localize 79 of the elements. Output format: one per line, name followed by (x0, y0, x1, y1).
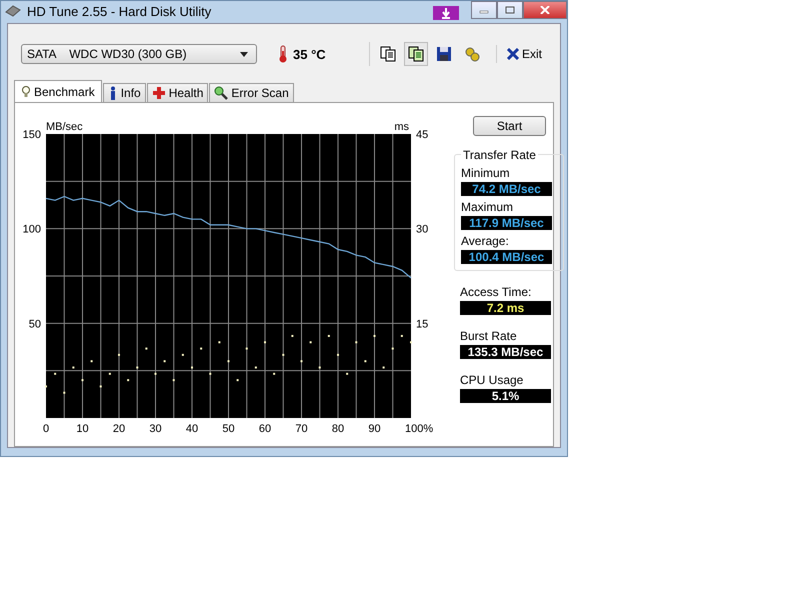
access-time-point (282, 354, 284, 356)
access-time-point (355, 341, 358, 344)
access-time-point (246, 348, 248, 350)
access-time-point (127, 379, 130, 382)
y-axis-title: MB/sec (46, 121, 83, 133)
access-time-point (310, 341, 312, 344)
reading-value: 74.2 MB/sec (461, 182, 552, 196)
minimize-button[interactable] (471, 1, 497, 19)
access-time-point (236, 379, 239, 382)
tab[interactable]: Benchmark (14, 80, 102, 102)
x-tick-label: 0 (42, 423, 50, 435)
access-time-point (200, 348, 202, 350)
access-time-point (145, 348, 148, 350)
thermometer-icon (279, 45, 287, 63)
stat-label: Access Time: (460, 285, 532, 299)
stat-value: 135.3 MB/sec (460, 345, 551, 359)
access-time-point (328, 334, 330, 337)
exit-button[interactable]: Exit (496, 45, 552, 63)
x-tick-label: 70 (295, 423, 308, 435)
x-tick-label: 60 (258, 423, 272, 435)
y-tick-label: 100 (22, 224, 41, 236)
drive-dropdown[interactable]: SATA WDC WD30 (300 GB) (21, 44, 257, 64)
access-time-point (392, 348, 394, 350)
y2-tick-label: 15 (416, 318, 428, 330)
group-title: Transfer Rate (461, 148, 538, 162)
reading-label: Minimum (461, 166, 510, 180)
stat-label: CPU Usage (460, 373, 524, 387)
access-time-point (273, 372, 276, 375)
x-tick-label: 100% (405, 423, 434, 435)
reading-label: Average: (461, 234, 509, 248)
access-time-point (90, 360, 93, 362)
access-time-point (291, 334, 294, 337)
access-time-point (346, 372, 348, 375)
stat-value: 7.2 ms (460, 301, 551, 315)
download-icon (433, 6, 459, 20)
reading-value: 117.9 MB/sec (461, 216, 552, 230)
close-icon (540, 6, 550, 14)
y-tick-label: 150 (22, 129, 41, 141)
access-time-point (172, 379, 175, 382)
caret-icon (240, 52, 248, 56)
access-time-point (182, 354, 184, 356)
reading-label: Maximum (461, 200, 514, 214)
x-tick-label: 30 (149, 423, 162, 435)
maximize-icon (505, 6, 515, 14)
y2-tick-label: 45 (416, 129, 428, 141)
access-time-point (218, 341, 220, 344)
access-time-point (63, 392, 66, 394)
reading-value: 100.4 MB/sec (461, 250, 552, 264)
x-tick-label: 50 (222, 423, 235, 435)
close-button[interactable] (523, 1, 567, 19)
tab[interactable]: Health (146, 83, 208, 102)
stat-label: Burst Rate (460, 329, 517, 343)
copy-all-icon[interactable] (404, 42, 428, 66)
stat-value: 5.1% (460, 389, 551, 403)
y2-axis-title: ms (394, 121, 409, 133)
cross-icon (152, 86, 166, 100)
x-tick-label: 40 (186, 423, 198, 435)
access-time-point (54, 372, 56, 375)
y-tick-label: 50 (28, 318, 41, 330)
access-time-point (164, 360, 166, 362)
access-time-point (209, 372, 212, 375)
access-time-point (100, 385, 102, 388)
y2-tick-label: 30 (416, 224, 428, 236)
x-tick-label: 10 (76, 423, 89, 435)
search-icon (214, 86, 228, 100)
start-button[interactable]: Start (473, 116, 546, 136)
maximize-button[interactable] (497, 1, 523, 19)
tab[interactable]: Info (102, 83, 146, 102)
access-time-point (400, 334, 403, 337)
x-tick-label: 20 (112, 423, 126, 435)
exit-icon (506, 48, 519, 60)
window-title: HD Tune 2.55 - Hard Disk Utility (27, 4, 212, 18)
access-time-point (108, 372, 111, 375)
bulb-icon (21, 84, 31, 98)
x-tick-label: 90 (368, 423, 381, 435)
x-tick-label: 80 (332, 423, 344, 435)
temperature-text: 35 °C (293, 46, 326, 62)
tab[interactable]: Error Scan (209, 83, 294, 102)
access-time-point (364, 360, 366, 362)
